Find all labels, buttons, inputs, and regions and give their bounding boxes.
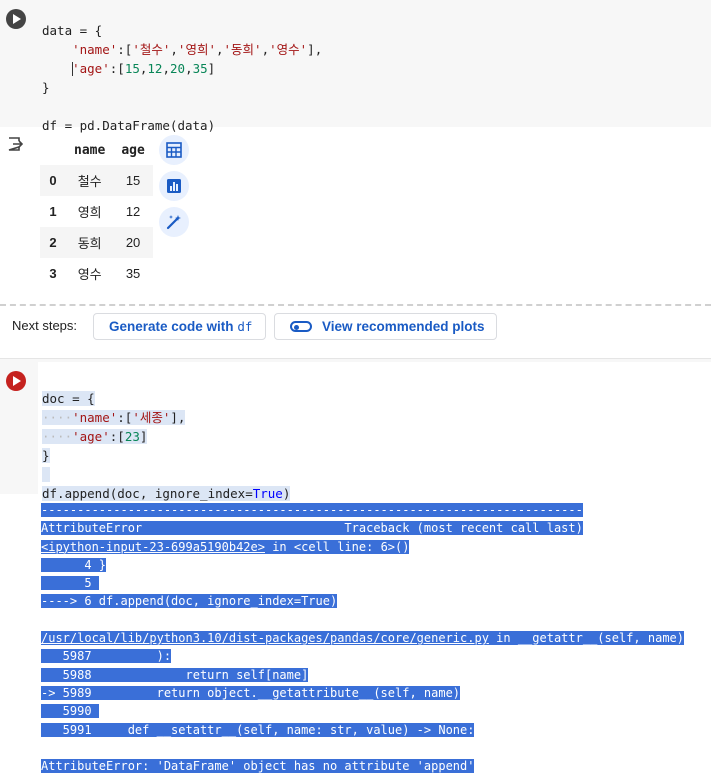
next-steps-label: Next steps: [12,318,78,333]
generate-code-with-df-button[interactable]: Generate code with df [93,313,266,340]
traceback-line: -> 5989 return object.__getattribute__(s… [41,685,461,700]
table-icon [166,142,182,158]
traceback-error-message: AttributeError: 'DataFrame' object has n… [41,759,475,774]
button-label: View recommended plots [322,319,485,334]
table-row: 1 영희 12 [40,196,153,227]
traceback-file-link[interactable]: <ipython-input-23-699a5190b42e> [41,539,265,554]
toggle-icon [290,321,312,332]
traceback-line: 5990 [41,704,99,719]
traceback-link-line[interactable]: <ipython-input-23-699a5190b42e> in <cell… [41,538,684,556]
run-cell-button[interactable] [6,9,26,29]
column-header [40,135,66,165]
traceback-line: AttributeError Traceback (most recent ca… [41,521,583,536]
traceback-line: ----> 6 df.append(doc, ignore_index=True… [41,594,338,609]
cell-name: 동희 [66,227,114,258]
cell-name: 영수 [77,267,102,282]
traceback-line: 5 [41,576,99,591]
row-index: 2 [40,227,66,258]
column-header: name [74,142,106,158]
code-line: } [42,80,50,95]
cell-name: 영희 [77,205,102,220]
cell-age: 20 [113,227,153,258]
generate-code-button[interactable] [159,207,189,237]
table-row: 3 영수 35 [40,258,153,289]
suggest-charts-button[interactable] [159,171,189,201]
column-header: age [121,142,145,158]
divider [0,304,711,306]
code-line: ····'name':['세종'], [42,410,186,425]
row-index: 3 [49,266,57,281]
table-row: 0 철수 15 [40,165,153,196]
play-icon [13,14,21,24]
code-editor-2-text: doc = { ····'name':['세종'], ····'age':[23]}… [42,370,291,522]
traceback-line: 5991 def __setattr__(self, name: str, va… [41,722,475,737]
chart-icon [167,179,181,193]
code-line [42,465,290,484]
traceback-link-line[interactable]: /usr/local/lib/python3.10/dist-packages/… [41,629,685,647]
code-line: ····'age':[23] [42,429,148,444]
magic-wand-icon [166,215,181,230]
text-cursor [72,62,73,76]
traceback-line: 5987 ): [41,649,172,664]
cell-name: 철수 [66,165,114,196]
cell-age: 15 [113,165,153,196]
cell-age: 35 [125,266,141,281]
traceback-file-link[interactable]: /usr/local/lib/python3.10/dist-packages/… [41,631,489,646]
dataframe-table: name age 0 철수 15 1 영희 12 2 동희 20 3 영수 35 [40,135,153,289]
traceback-line [41,611,684,629]
error-traceback[interactable]: ----------------------------------------… [41,501,685,775]
row-index: 1 [49,204,57,219]
convert-to-interactive-table-button[interactable] [159,135,189,165]
code-line: doc = { [42,391,95,406]
button-label: Generate code with [109,319,234,334]
code-line: df = pd.DataFrame(data) [42,118,216,133]
traceback-line: ----------------------------------------… [41,503,583,517]
code-line: 'name':['철수','영희','동희','영수'], [72,42,323,57]
row-index: 0 [40,165,66,196]
run-cell-error-button[interactable] [6,371,26,391]
view-recommended-plots-button[interactable]: View recommended plots [274,313,497,340]
variable-name: df [237,319,253,334]
code-line: 'age':[15,12,20,35] [72,61,216,76]
code-editor-1[interactable]: data = { 'name':['철수','영희','동희','영수'], '… [42,2,322,154]
traceback-line: 4 } [41,557,107,572]
traceback-line: 5988 return self[name] [41,667,309,682]
code-line: } [42,448,50,463]
cell-age: 12 [125,204,141,219]
traceback-line [41,739,684,757]
code-line: data = { [42,23,103,38]
play-icon [13,376,21,386]
table-row: 2 동희 20 [40,227,153,258]
output-icon[interactable] [7,136,23,152]
